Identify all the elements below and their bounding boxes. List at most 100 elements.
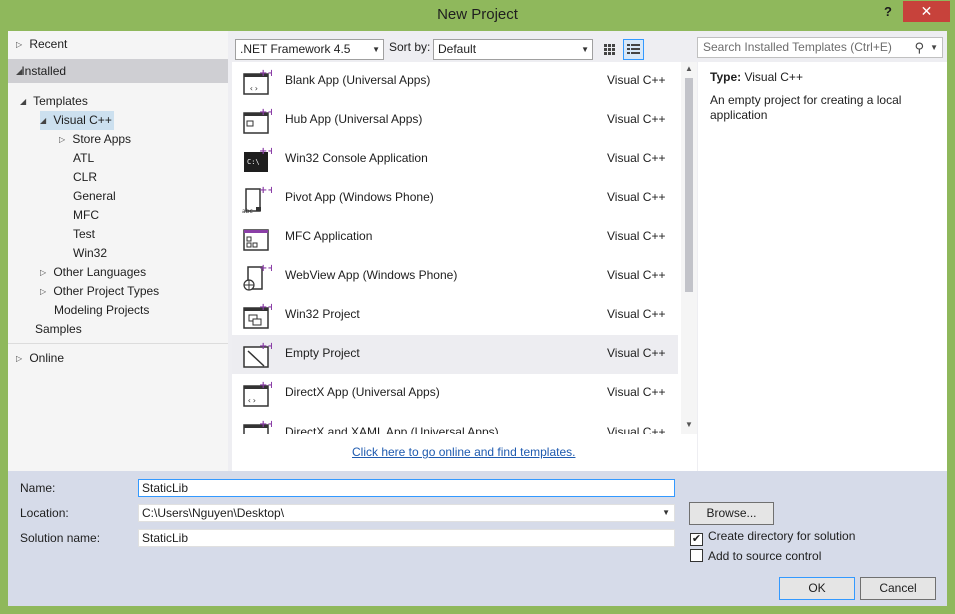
chevron-down-icon: ▼ <box>581 45 589 54</box>
add-source-control-option[interactable]: Add to source control <box>690 549 821 563</box>
add-source-control-label: Add to source control <box>708 549 822 563</box>
tree-item-samples[interactable]: Samples <box>35 320 82 339</box>
template-list-scrollbar[interactable]: ▲ ▼ <box>681 62 697 434</box>
expand-arrow-icon: ▷ <box>40 268 47 278</box>
expand-arrow-icon: ▷ <box>40 287 47 297</box>
small-icons-view-button[interactable] <box>599 39 620 60</box>
tree-item-win32[interactable]: Win32 <box>73 244 107 263</box>
expand-arrow-icon: ▷ <box>59 135 66 145</box>
name-label: Name: <box>20 481 56 495</box>
template-row-pivot-app[interactable]: abc ++ Pivot App (Windows Phone) Visual … <box>232 179 678 218</box>
scroll-down-icon[interactable]: ▼ <box>684 420 694 429</box>
template-name: DirectX App (Universal Apps) <box>285 385 440 399</box>
svg-text:++: ++ <box>259 419 272 430</box>
tree-item-clr[interactable]: CLR <box>73 168 97 187</box>
template-language: Visual C++ <box>607 425 666 434</box>
tree-item-test[interactable]: Test <box>73 225 95 244</box>
tree-item-online[interactable]: ▷ Online <box>16 349 64 368</box>
solution-name-label: Solution name: <box>20 531 101 545</box>
find-templates-online-link[interactable]: Click here to go online and find templat… <box>352 445 575 459</box>
type-label: Type: <box>710 70 742 84</box>
browse-button[interactable]: Browse... <box>689 502 774 525</box>
tree-item-mfc[interactable]: MFC <box>73 206 99 225</box>
location-input[interactable]: C:\Users\Nguyen\Desktop\ ▼ <box>138 504 675 522</box>
chevron-down-icon[interactable]: ▼ <box>662 505 670 521</box>
window-title: New Project <box>437 6 518 23</box>
hub-app-icon: ++ <box>243 107 272 134</box>
template-row-webview-app[interactable]: ++ WebView App (Windows Phone) Visual C+… <box>232 257 678 296</box>
scroll-up-icon[interactable]: ▲ <box>684 64 694 73</box>
directx-app-icon: ‹› ++ <box>243 380 272 407</box>
template-row-empty-project[interactable]: ++ Empty Project Visual C++ <box>232 335 678 374</box>
scroll-thumb[interactable] <box>685 78 693 292</box>
chevron-down-icon[interactable]: ▼ <box>930 38 938 57</box>
chevron-down-icon: ▼ <box>372 45 380 54</box>
search-icon[interactable]: ⚲ <box>914 38 924 57</box>
list-view-button[interactable] <box>623 39 644 60</box>
tree-item-general[interactable]: General <box>73 187 116 206</box>
tree-item-other-languages[interactable]: ▷ Other Languages <box>40 263 146 282</box>
svg-text:++: ++ <box>259 263 272 274</box>
template-name: WebView App (Windows Phone) <box>285 268 458 282</box>
template-language: Visual C++ <box>607 346 666 360</box>
template-row-win32-project[interactable]: ++ Win32 Project Visual C++ <box>232 296 678 335</box>
pivot-app-icon: abc ++ <box>242 185 272 214</box>
template-language: Visual C++ <box>607 268 666 282</box>
tree-item-installed[interactable]: ◢ Installed <box>8 59 228 83</box>
template-row-win32-console[interactable]: C:\ ++ Win32 Console Application Visual … <box>232 140 678 179</box>
new-project-window: New Project ? ✕ ▷ Recent ◢ Installed ◢ T… <box>0 0 955 614</box>
win32-project-icon: ++ <box>243 302 272 329</box>
search-placeholder: Search Installed Templates (Ctrl+E) <box>703 40 892 54</box>
template-name: DirectX and XAML App (Universal Apps) <box>285 425 499 434</box>
template-row-hub-app[interactable]: ++ Hub App (Universal Apps) Visual C++ <box>232 101 678 140</box>
tree-item-atl[interactable]: ATL <box>73 149 94 168</box>
grid-icon <box>604 44 615 55</box>
tree-item-label: Templates <box>33 94 88 108</box>
sort-by-label: Sort by: <box>389 40 431 54</box>
help-button[interactable]: ? <box>876 2 900 22</box>
cancel-button[interactable]: Cancel <box>860 577 936 600</box>
tree-item-label: Other Languages <box>53 265 147 279</box>
tree-item-templates[interactable]: ◢ Templates <box>20 92 88 111</box>
svg-text:++: ++ <box>259 341 272 352</box>
svg-text:++: ++ <box>259 185 272 196</box>
title-bar: New Project ? ✕ <box>0 0 955 32</box>
tree-item-label: Store Apps <box>72 132 132 146</box>
tree-item-visual-cpp[interactable]: ◢ Visual C++ <box>40 111 114 130</box>
template-language: Visual C++ <box>607 151 666 165</box>
list-icon <box>627 44 640 54</box>
create-directory-checkbox[interactable]: ✔ <box>690 533 703 546</box>
blank-app-icon: ‹› ++ <box>243 68 272 95</box>
sort-dropdown[interactable]: Default ▼ <box>433 39 593 60</box>
close-button[interactable]: ✕ <box>903 1 950 22</box>
template-language: Visual C++ <box>607 112 666 126</box>
framework-value: .NET Framework 4.5 <box>240 42 351 56</box>
solution-name-input[interactable]: StaticLib <box>138 529 675 547</box>
tree-item-label: Online <box>29 351 65 365</box>
template-row-blank-app[interactable]: ‹› ++ Blank App (Universal Apps) Visual … <box>232 62 678 101</box>
svg-text:++: ++ <box>259 68 272 79</box>
framework-dropdown[interactable]: .NET Framework 4.5 ▼ <box>235 39 384 60</box>
template-name: Blank App (Universal Apps) <box>285 73 431 87</box>
search-templates-input[interactable]: Search Installed Templates (Ctrl+E) ⚲ ▼ <box>697 37 943 58</box>
add-source-control-checkbox[interactable] <box>690 549 703 562</box>
svg-text:‹›: ‹› <box>247 396 257 405</box>
project-name-input[interactable]: StaticLib <box>138 479 675 497</box>
template-language: Visual C++ <box>607 307 666 321</box>
template-description: An empty project for creating a local ap… <box>710 93 902 122</box>
tree-item-recent[interactable]: ▷ Recent <box>16 35 67 54</box>
tree-item-store-apps[interactable]: ▷ Store Apps <box>59 130 131 149</box>
tree-item-other-project-types[interactable]: ▷ Other Project Types <box>40 282 159 301</box>
template-row-directx-xaml-app[interactable]: ++ DirectX and XAML App (Universal Apps)… <box>232 413 678 434</box>
location-label: Location: <box>20 506 69 520</box>
template-row-mfc-application[interactable]: MFC Application Visual C++ <box>232 218 678 257</box>
sort-value: Default <box>438 42 477 56</box>
template-row-directx-app[interactable]: ‹› ++ DirectX App (Universal Apps) Visua… <box>232 374 678 413</box>
template-language: Visual C++ <box>607 190 666 204</box>
template-list: ‹› ++ Blank App (Universal Apps) Visual … <box>232 62 697 471</box>
create-directory-option[interactable]: ✔ Create directory for solution <box>690 529 855 546</box>
ok-button[interactable]: OK <box>779 577 855 600</box>
mfc-app-icon <box>243 229 269 251</box>
tree-item-modeling-projects[interactable]: Modeling Projects <box>54 301 149 320</box>
template-type: Type: Visual C++ <box>710 70 935 84</box>
